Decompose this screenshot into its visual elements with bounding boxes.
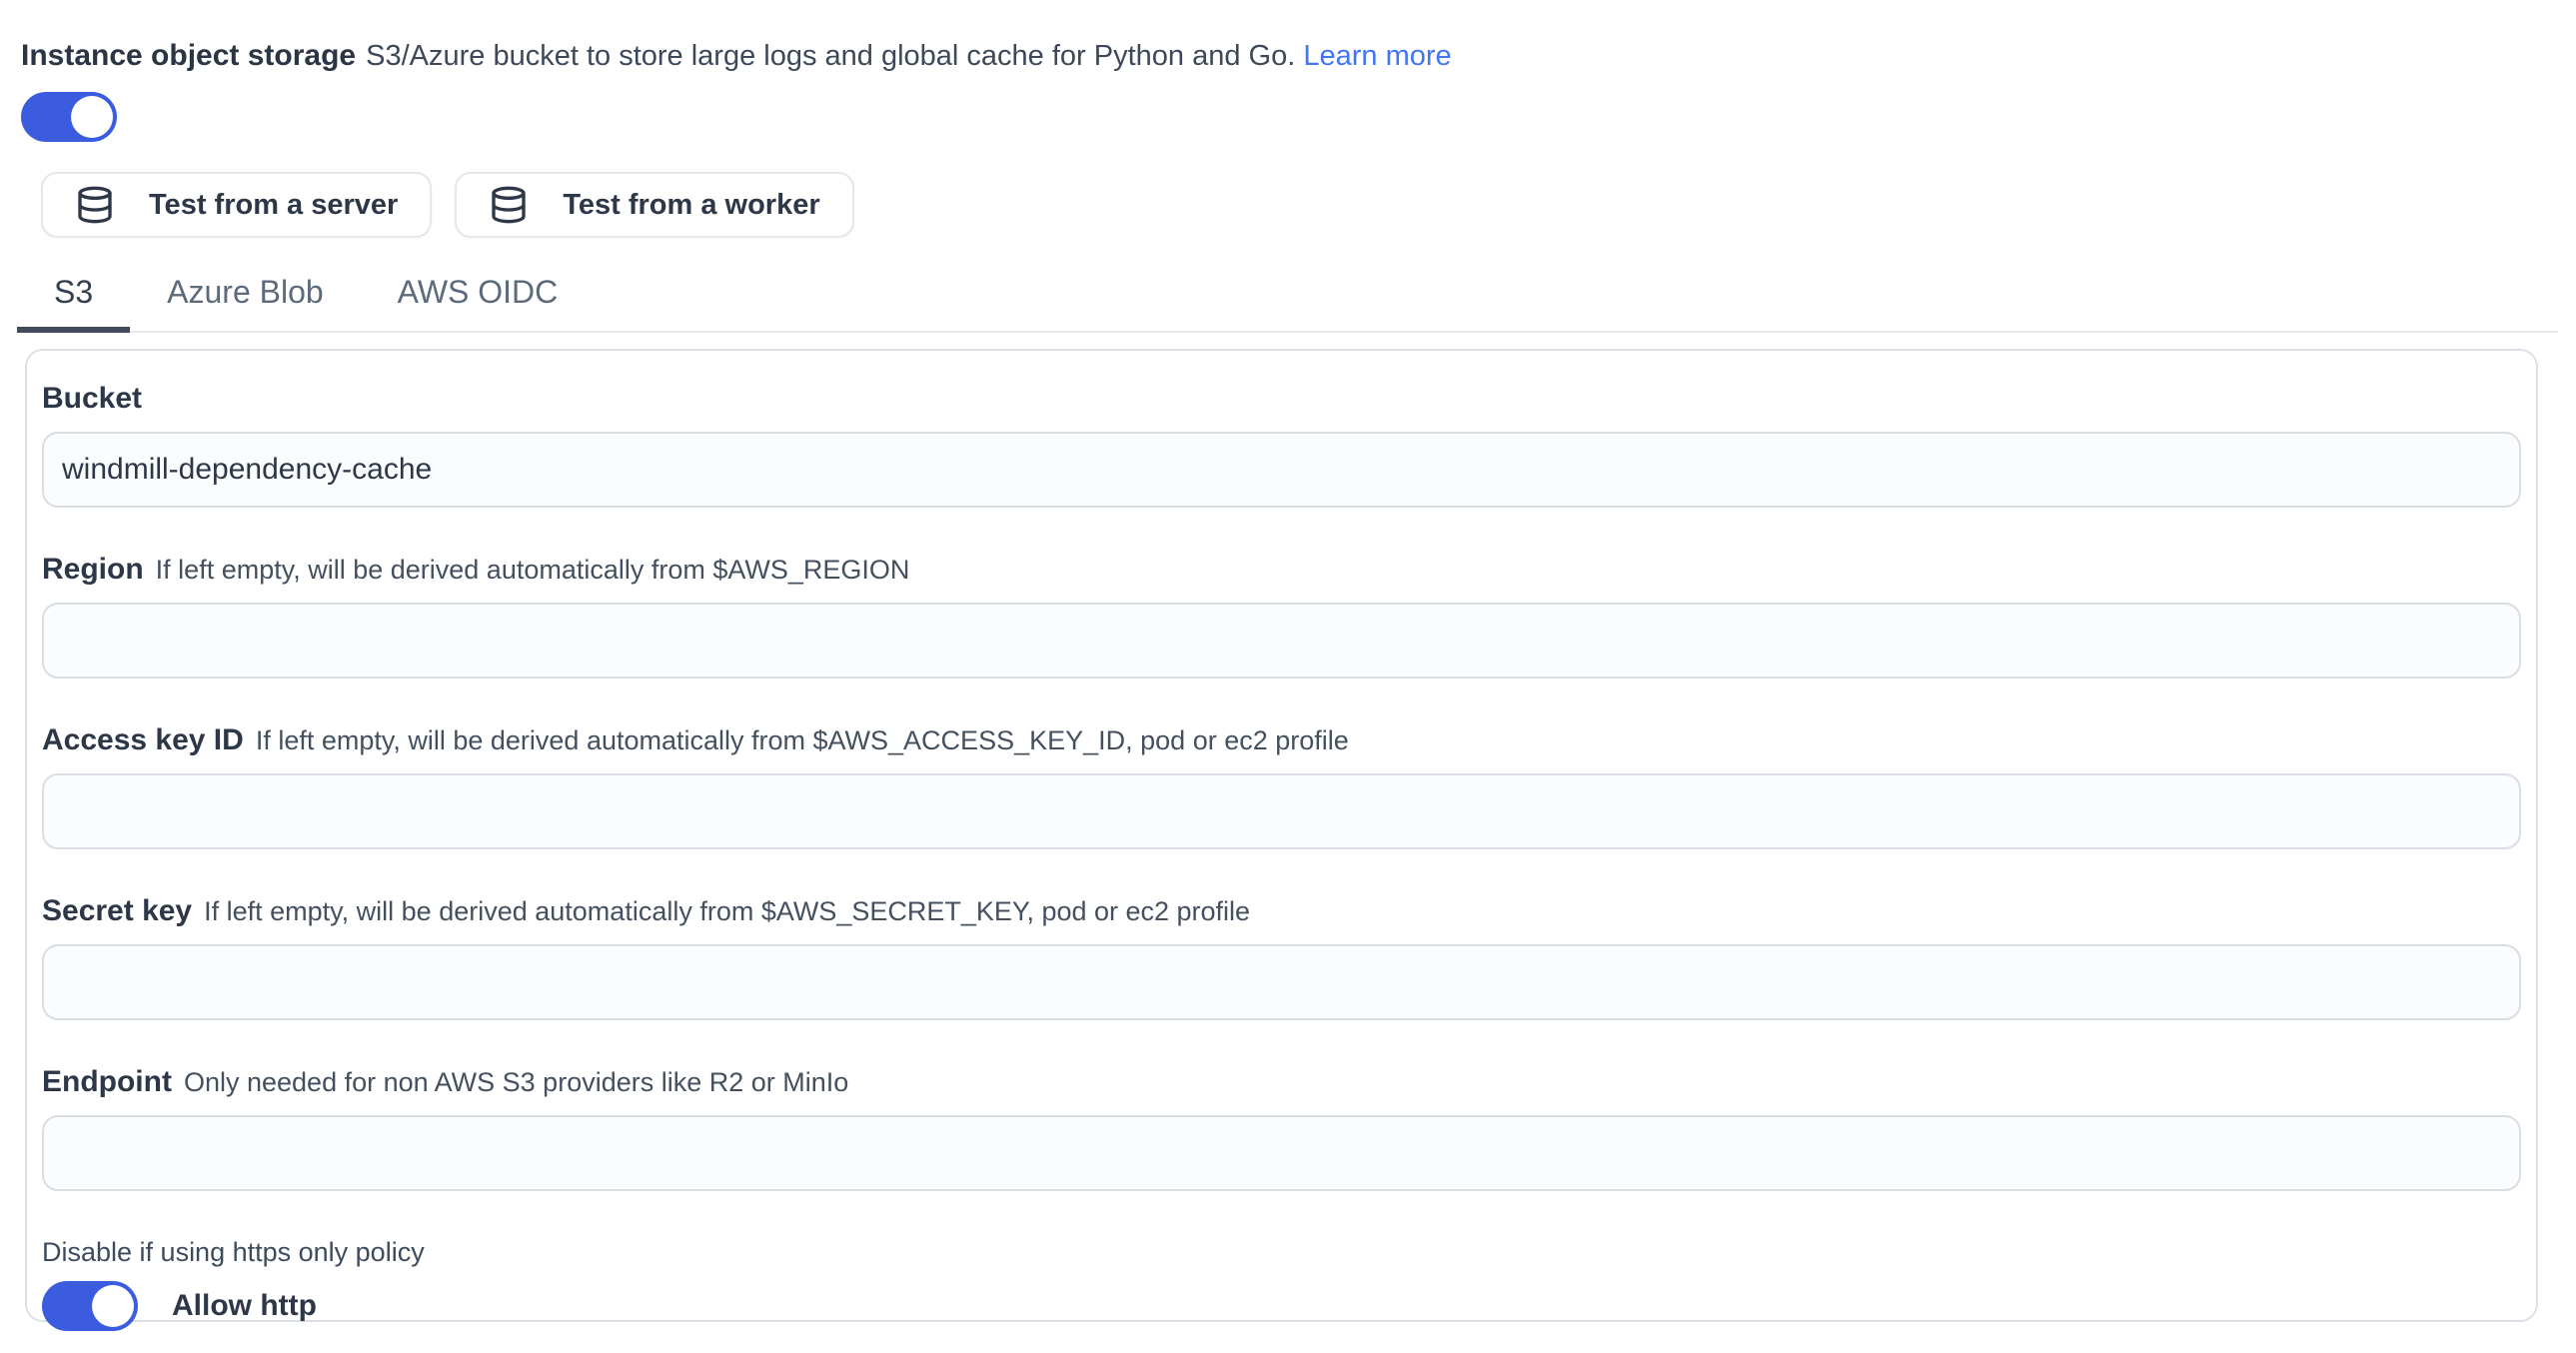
database-icon [489, 185, 529, 225]
region-label: Region [42, 553, 144, 586]
tab-azure-blob[interactable]: Azure Blob [130, 264, 361, 333]
database-icon [75, 185, 115, 225]
secret-key-field: Secret key If left empty, will be derived… [42, 893, 2521, 1020]
allow-http-note: Disable if using https only policy [42, 1235, 2521, 1269]
access-key-id-field: Access key ID If left empty, will be deri… [42, 722, 2521, 849]
toggle-knob [71, 96, 113, 138]
allow-http-section: Disable if using https only policy Allow… [42, 1235, 2521, 1331]
header: Instance object storage S3/Azure bucket t… [21, 36, 2576, 76]
region-input[interactable] [42, 603, 2521, 678]
toggle-knob [92, 1285, 134, 1327]
bucket-label: Bucket [42, 382, 142, 415]
allow-http-toggle[interactable] [42, 1281, 138, 1331]
access-key-id-input[interactable] [42, 773, 2521, 849]
test-from-worker-button[interactable]: Test from a worker [455, 172, 853, 238]
tab-aws-oidc[interactable]: AWS OIDC [361, 264, 596, 333]
tab-s3[interactable]: S3 [17, 264, 130, 333]
secret-key-input[interactable] [42, 944, 2521, 1020]
page-description: S3/Azure bucket to store large logs and … [366, 40, 1295, 72]
secret-key-hint: If left empty, will be derived automatic… [204, 896, 1250, 926]
instance-settings-page: Instance object storage S3/Azure bucket t… [0, 0, 2576, 1353]
secret-key-label: Secret key [42, 894, 192, 927]
page-title: Instance object storage [21, 39, 356, 72]
bucket-field: Bucket [42, 381, 2521, 508]
region-field: Region If left empty, will be derived aut… [42, 552, 2521, 678]
region-hint: If left empty, will be derived automatic… [156, 555, 910, 585]
access-key-id-hint: If left empty, will be derived automatic… [256, 725, 1349, 755]
endpoint-hint: Only needed for non AWS S3 providers lik… [184, 1067, 848, 1097]
test-from-worker-label: Test from a worker [563, 189, 819, 222]
s3-settings-panel: Bucket Region If left empty, will be deri… [25, 349, 2538, 1322]
endpoint-label: Endpoint [42, 1065, 172, 1098]
allow-http-label: Allow http [172, 1289, 317, 1323]
endpoint-input[interactable] [42, 1115, 2521, 1191]
test-from-server-label: Test from a server [149, 189, 398, 222]
access-key-id-label: Access key ID [42, 723, 244, 756]
learn-more-link[interactable]: Learn more [1303, 40, 1451, 72]
bucket-input[interactable] [42, 432, 2521, 508]
instance-object-storage-toggle[interactable] [21, 92, 117, 142]
endpoint-field: Endpoint Only needed for non AWS S3 provi… [42, 1064, 2521, 1191]
storage-provider-tabs: S3 Azure Blob AWS OIDC [17, 264, 2558, 333]
test-from-server-button[interactable]: Test from a server [41, 172, 432, 238]
test-buttons-row: Test from a server Test from a worker [41, 172, 2576, 238]
